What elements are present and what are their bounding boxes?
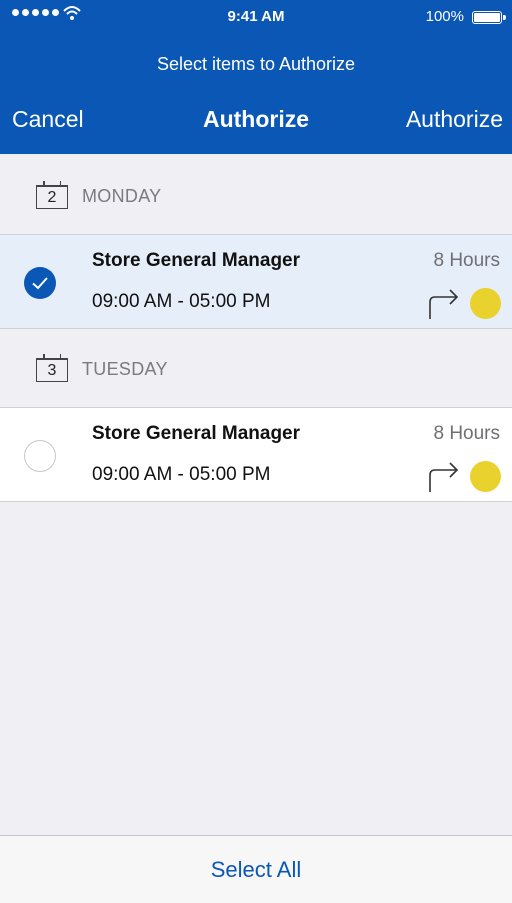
header-subtitle: Select items to Authorize bbox=[156, 54, 356, 74]
day-section-header-tuesday: 3 TUESDAY bbox=[0, 328, 512, 408]
battery-percent: 100% bbox=[425, 8, 464, 25]
shift-time-range: 09:00 AM - 05:00 PM bbox=[92, 291, 271, 312]
cancel-button[interactable]: Cancel bbox=[12, 106, 84, 133]
authorize-button[interactable]: Authorize bbox=[406, 106, 503, 133]
calendar-day-number: 3 bbox=[36, 360, 68, 382]
page-title: Authorize bbox=[202, 106, 310, 132]
unchecked-circle-icon[interactable] bbox=[24, 440, 56, 472]
status-dot-icon bbox=[470, 288, 501, 319]
checkmark-icon[interactable] bbox=[24, 267, 56, 299]
forward-arrow-icon bbox=[429, 462, 459, 492]
footer-toolbar: Select All bbox=[0, 835, 512, 903]
day-section-header-monday: 2 MONDAY bbox=[0, 154, 512, 234]
calendar-day-number: 2 bbox=[36, 187, 68, 209]
select-all-button[interactable]: Select All bbox=[211, 857, 302, 883]
shift-row-monday[interactable]: Store General Manager 8 Hours 09:00 AM -… bbox=[0, 234, 512, 329]
status-bar: 9:41 AM 100% bbox=[0, 0, 512, 36]
app-header: 9:41 AM 100% Select items to Authorize C… bbox=[0, 0, 512, 154]
day-label: TUESDAY bbox=[82, 359, 168, 379]
shift-row-tuesday[interactable]: Store General Manager 8 Hours 09:00 AM -… bbox=[0, 407, 512, 502]
forward-arrow-icon bbox=[429, 289, 459, 319]
shift-hours: 8 Hours bbox=[433, 250, 500, 271]
shift-role: Store General Manager bbox=[92, 250, 301, 271]
calendar-icon: 2 bbox=[36, 181, 68, 209]
status-dot-icon bbox=[470, 461, 501, 492]
day-label: MONDAY bbox=[82, 186, 162, 206]
shift-time-range: 09:00 AM - 05:00 PM bbox=[92, 464, 271, 485]
calendar-icon: 3 bbox=[36, 354, 68, 382]
shift-hours: 8 Hours bbox=[433, 423, 500, 444]
battery-icon bbox=[472, 11, 506, 24]
shift-role: Store General Manager bbox=[92, 423, 301, 444]
